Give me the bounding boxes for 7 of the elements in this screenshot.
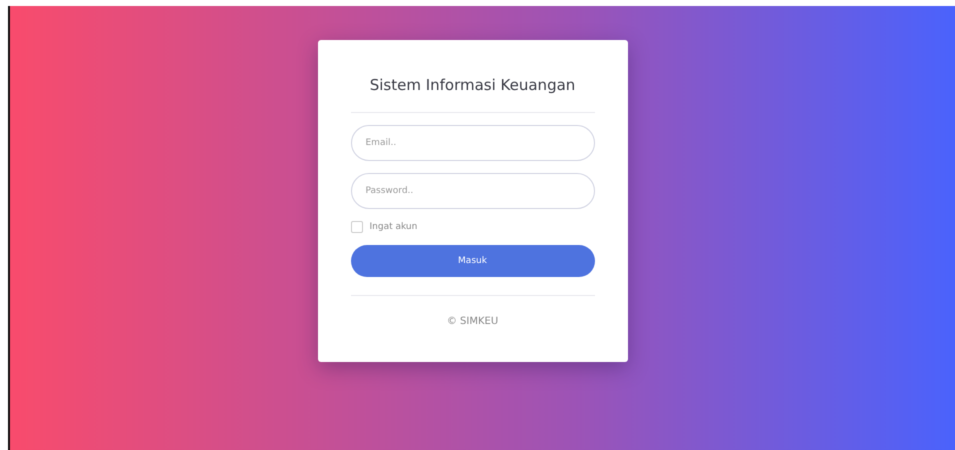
checkbox-label: Ingat akun — [370, 222, 418, 232]
card-title: Sistem Informasi Keuangan — [368, 76, 576, 94]
footer-text: © SIMKEU — [446, 316, 500, 327]
input-field[interactable]: Email.. — [350, 125, 594, 161]
input-field[interactable]: Password.. — [350, 173, 594, 209]
checkbox[interactable] — [350, 221, 362, 233]
login-button[interactable]: Masuk — [350, 245, 594, 277]
